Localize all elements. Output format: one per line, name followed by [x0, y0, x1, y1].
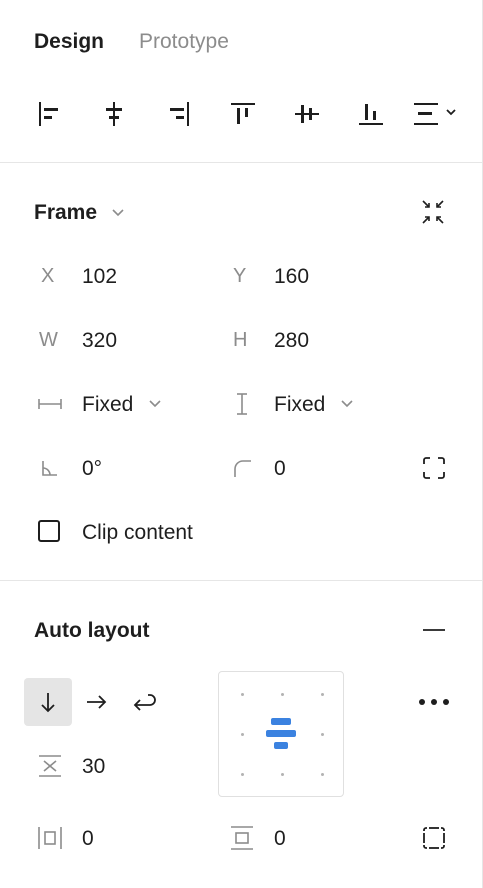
clip-content-label[interactable]: Clip content: [82, 521, 193, 545]
vertical-resizing-icon: [237, 393, 247, 415]
wrap-icon: [133, 694, 156, 711]
width-mode-select[interactable]: Fixed: [82, 393, 133, 417]
remove-auto-layout-button[interactable]: [419, 616, 449, 644]
alignment-grid[interactable]: [218, 671, 344, 797]
alignment-dot[interactable]: [241, 693, 244, 696]
individual-padding-button[interactable]: [419, 824, 449, 852]
corner-radius-input[interactable]: 0: [274, 457, 286, 481]
align-bottom-icon: [359, 104, 383, 125]
vertical-padding-icon: [231, 826, 253, 850]
alignment-dot[interactable]: [241, 773, 244, 776]
vertical-padding-icon-wrap: [228, 824, 256, 852]
alignment-dot[interactable]: [321, 733, 324, 736]
arrow-down-icon: [41, 693, 55, 713]
align-horizontal-center-icon: [106, 102, 122, 126]
horizontal-padding-input[interactable]: 0: [82, 827, 94, 851]
height-mode-dropdown[interactable]: [338, 396, 356, 412]
individual-padding-icon: [423, 827, 445, 849]
chevron-down-icon: [149, 400, 161, 408]
independent-corners-icon: [423, 457, 445, 479]
align-right-icon: [170, 102, 189, 126]
vertical-resizing-icon-wrap: [232, 392, 252, 416]
horizontal-resizing-icon-wrap: [36, 394, 64, 414]
corner-radius-icon: [234, 460, 251, 477]
width-input[interactable]: 320: [82, 329, 117, 353]
alignment-dot[interactable]: [321, 693, 324, 696]
tab-prototype[interactable]: Prototype: [139, 30, 229, 54]
align-vertical-center-icon: [295, 105, 319, 123]
rotation-icon-wrap: [38, 457, 60, 479]
h-label: H: [233, 329, 248, 351]
alignment-indicator-middle: [266, 730, 296, 737]
resize-to-fit-icon: [422, 200, 444, 224]
divider: [0, 162, 482, 163]
alignment-dot[interactable]: [281, 773, 284, 776]
height-input[interactable]: 280: [274, 329, 309, 353]
y-input[interactable]: 160: [274, 265, 309, 289]
align-left-button[interactable]: [31, 96, 67, 132]
horizontal-resizing-icon: [38, 399, 62, 409]
horizontal-padding-icon: [38, 827, 62, 849]
alignment-dot[interactable]: [241, 733, 244, 736]
divider: [0, 580, 482, 581]
align-bottom-button[interactable]: [353, 96, 389, 132]
x-input[interactable]: 102: [82, 265, 117, 289]
align-top-button[interactable]: [225, 96, 261, 132]
more-icon: [419, 699, 449, 705]
chevron-down-icon: [341, 400, 353, 408]
distribute-dropdown-button[interactable]: [410, 96, 460, 132]
align-horizontal-center-button[interactable]: [96, 96, 132, 132]
gap-input[interactable]: 30: [82, 755, 105, 779]
distribute-icon: [414, 103, 456, 125]
horizontal-padding-icon-wrap: [35, 824, 65, 852]
corner-radius-icon-wrap: [230, 457, 254, 479]
alignment-indicator-bottom: [274, 742, 288, 749]
independent-corners-button[interactable]: [419, 453, 449, 483]
direction-horizontal-button[interactable]: [80, 686, 112, 718]
alignment-indicator-top: [271, 718, 291, 725]
resize-to-fit-button[interactable]: [418, 197, 448, 227]
spacing-between-icon: [39, 755, 61, 777]
frame-type-dropdown[interactable]: [108, 204, 128, 222]
rotation-icon: [42, 461, 57, 476]
more-options-button[interactable]: [414, 688, 454, 716]
direction-wrap-button[interactable]: [128, 686, 160, 718]
alignment-dot[interactable]: [281, 693, 284, 696]
rotation-input[interactable]: 0°: [82, 457, 102, 481]
arrow-right-icon: [87, 695, 107, 709]
design-panel: Design Prototype Frame X 102 Y 160 W 320…: [0, 0, 483, 888]
height-mode-select[interactable]: Fixed: [274, 393, 325, 417]
y-label: Y: [233, 265, 247, 287]
minus-icon: [423, 629, 445, 631]
auto-layout-title: Auto layout: [34, 619, 150, 642]
align-top-icon: [231, 103, 255, 124]
align-left-icon: [39, 102, 58, 126]
align-vertical-center-button[interactable]: [289, 96, 325, 132]
alignment-dot[interactable]: [321, 773, 324, 776]
frame-title[interactable]: Frame: [34, 201, 97, 225]
align-right-button[interactable]: [161, 96, 197, 132]
chevron-down-icon: [112, 209, 124, 217]
clip-content-checkbox[interactable]: [38, 520, 60, 542]
vertical-padding-input[interactable]: 0: [274, 827, 286, 851]
width-mode-dropdown[interactable]: [146, 396, 164, 412]
tab-design[interactable]: Design: [34, 30, 104, 54]
direction-vertical-button[interactable]: [24, 678, 72, 726]
w-label: W: [39, 329, 58, 351]
x-label: X: [41, 265, 55, 287]
spacing-between-icon-wrap: [36, 752, 64, 780]
